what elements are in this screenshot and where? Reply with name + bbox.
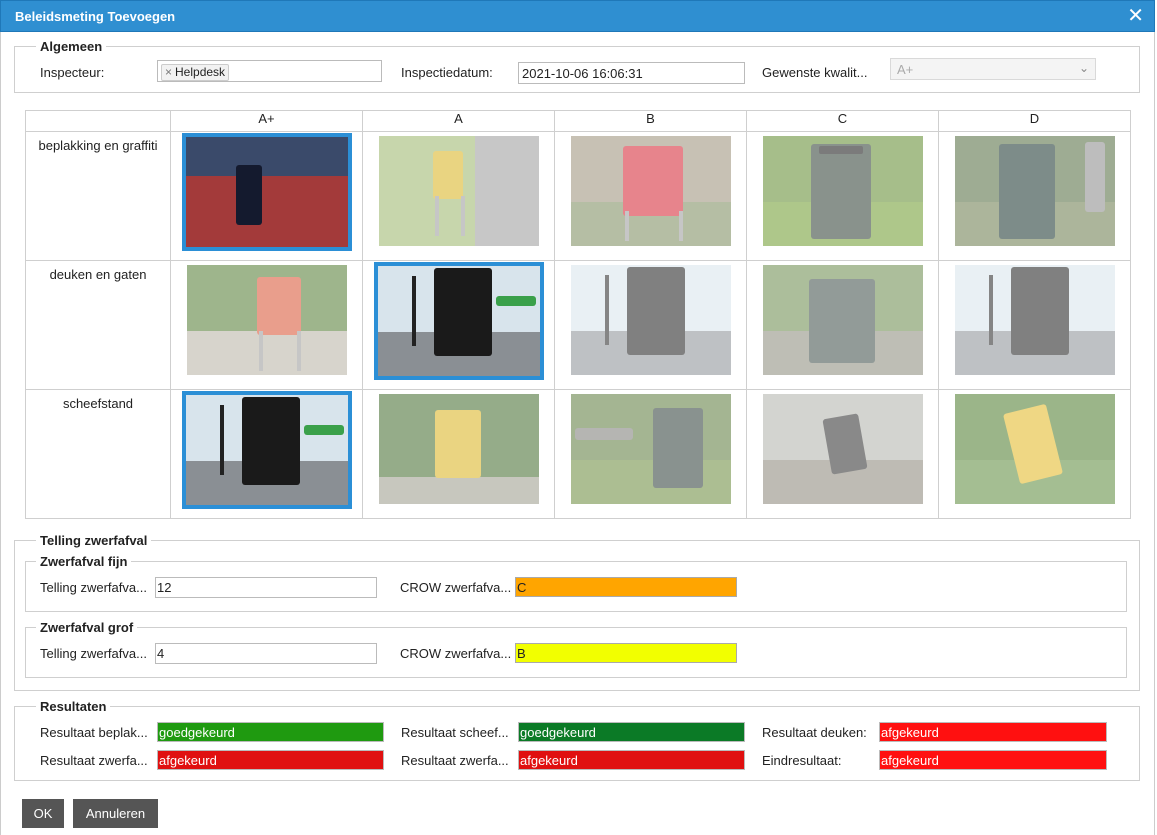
grid-cell[interactable] bbox=[362, 389, 555, 519]
grid-col-header: A bbox=[362, 110, 555, 132]
bin-photo[interactable] bbox=[570, 265, 731, 375]
grid-cell[interactable] bbox=[746, 389, 939, 519]
ok-button[interactable]: OK bbox=[22, 799, 64, 828]
fijn-legend: Zwerfafval fijn bbox=[36, 554, 132, 569]
grid-row-label: deuken en gaten bbox=[25, 260, 171, 390]
grid-cell[interactable] bbox=[554, 389, 747, 519]
fijn-crow-label: CROW zwerfafva... bbox=[400, 580, 512, 595]
grid-col-header: D bbox=[938, 110, 1131, 132]
result-label: Resultaat beplak... bbox=[40, 725, 148, 740]
grid-col-header: B bbox=[554, 110, 747, 132]
grid-cell[interactable] bbox=[746, 260, 939, 390]
grid-corner bbox=[25, 110, 171, 132]
result-value: goedgekeurd bbox=[518, 722, 745, 742]
fijn-count-label: Telling zwerfafva... bbox=[40, 580, 147, 595]
bin-photo[interactable] bbox=[762, 265, 923, 375]
result-label: Resultaat scheef... bbox=[401, 725, 509, 740]
result-value: afgekeurd bbox=[157, 750, 384, 770]
result-value: afgekeurd bbox=[879, 722, 1107, 742]
grof-crow-label: CROW zwerfafva... bbox=[400, 646, 512, 661]
inspecteur-tag-label: Helpdesk bbox=[175, 65, 226, 79]
telling-legend: Telling zwerfafval bbox=[36, 533, 152, 548]
datum-label: Inspectiedatum: bbox=[401, 65, 493, 80]
grof-legend: Zwerfafval grof bbox=[36, 620, 138, 635]
grid-row-label: scheefstand bbox=[25, 389, 171, 519]
bin-photo-selected[interactable] bbox=[181, 391, 352, 509]
chevron-down-icon: ⌄ bbox=[1078, 61, 1089, 75]
inspecteur-tag: × Helpdesk bbox=[161, 64, 230, 81]
quality-grid: A+ A B C D beplakking en graffiti deuken… bbox=[25, 110, 1131, 519]
algemeen-legend: Algemeen bbox=[36, 39, 107, 54]
grof-crow-field: B bbox=[515, 643, 737, 663]
grid-cell[interactable] bbox=[170, 260, 363, 390]
bin-photo-selected[interactable] bbox=[181, 133, 352, 251]
bin-photo-selected[interactable] bbox=[373, 262, 544, 380]
dialog-title: Beleidsmeting Toevoegen bbox=[15, 9, 176, 24]
kwaliteit-value: A+ bbox=[897, 62, 914, 77]
bin-photo[interactable] bbox=[570, 136, 731, 246]
result-value: afgekeurd bbox=[879, 750, 1107, 770]
grid-cell[interactable] bbox=[938, 260, 1131, 390]
bin-photo[interactable] bbox=[954, 265, 1115, 375]
bin-photo[interactable] bbox=[378, 394, 539, 504]
grid-cell[interactable] bbox=[170, 131, 363, 261]
result-label: Resultaat zwerfa... bbox=[401, 753, 509, 768]
kwaliteit-label: Gewenste kwalit... bbox=[762, 65, 868, 80]
grid-cell[interactable] bbox=[938, 389, 1131, 519]
grof-count-label: Telling zwerfafva... bbox=[40, 646, 147, 661]
grid-col-header: C bbox=[746, 110, 939, 132]
grid-row-label: beplakking en graffiti bbox=[25, 131, 171, 261]
bin-photo[interactable] bbox=[954, 136, 1115, 246]
cancel-button[interactable]: Annuleren bbox=[73, 799, 158, 828]
bin-photo[interactable] bbox=[570, 394, 731, 504]
result-label: Eindresultaat: bbox=[762, 753, 842, 768]
grid-cell[interactable] bbox=[554, 131, 747, 261]
inspecteur-field[interactable]: × Helpdesk bbox=[157, 60, 382, 82]
bin-photo[interactable] bbox=[762, 394, 923, 504]
close-icon[interactable]: ✕ bbox=[1127, 5, 1144, 27]
grid-cell[interactable] bbox=[362, 260, 555, 390]
datum-input[interactable]: 2021-10-06 16:06:31 bbox=[518, 62, 745, 84]
grid-col-header: A+ bbox=[170, 110, 363, 132]
result-value: goedgekeurd bbox=[157, 722, 384, 742]
bin-photo[interactable] bbox=[954, 394, 1115, 504]
fijn-count-input[interactable]: 12 bbox=[155, 577, 377, 598]
tag-remove-icon[interactable]: × bbox=[165, 65, 172, 79]
result-label: Resultaat zwerfa... bbox=[40, 753, 148, 768]
resultaten-legend: Resultaten bbox=[36, 699, 111, 714]
grof-count-input[interactable]: 4 bbox=[155, 643, 377, 664]
bin-photo[interactable] bbox=[378, 136, 539, 246]
grid-cell[interactable] bbox=[746, 131, 939, 261]
fijn-crow-field: C bbox=[515, 577, 737, 597]
grid-cell[interactable] bbox=[170, 389, 363, 519]
grid-cell[interactable] bbox=[554, 260, 747, 390]
grid-cell[interactable] bbox=[938, 131, 1131, 261]
kwaliteit-select[interactable]: A+ ⌄ bbox=[890, 58, 1096, 80]
bin-photo[interactable] bbox=[762, 136, 923, 246]
result-label: Resultaat deuken: bbox=[762, 725, 867, 740]
grid-cell[interactable] bbox=[362, 131, 555, 261]
result-value: afgekeurd bbox=[518, 750, 745, 770]
inspecteur-label: Inspecteur: bbox=[40, 65, 105, 80]
dialog-titlebar: Beleidsmeting Toevoegen ✕ bbox=[0, 0, 1155, 32]
bin-photo[interactable] bbox=[186, 265, 347, 375]
